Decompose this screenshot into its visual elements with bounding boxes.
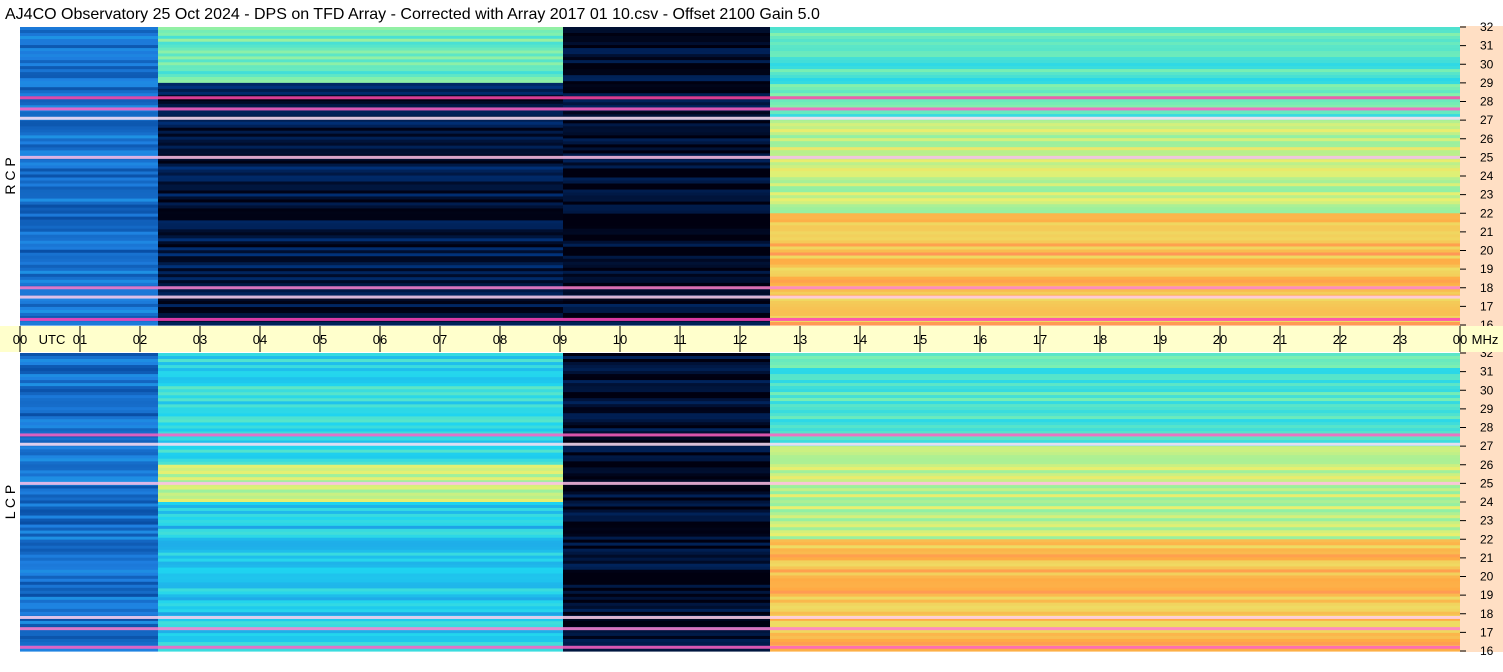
polarization-label-1: R C P [2,157,18,194]
frequency-tick-label: 28 [1480,421,1494,435]
frequency-tick-label: 24 [1480,169,1494,183]
interference-band [20,295,1460,299]
frequency-tick-label: 16 [1480,644,1494,658]
time-tick-label: 18 [1093,332,1107,347]
frequency-tick-label: 21 [1480,551,1494,565]
interference-band [20,433,1460,437]
frequency-tick-label: 30 [1480,57,1494,71]
time-tick-label: 15 [913,332,927,347]
spectrogram-chart: AJ4CO Observatory 25 Oct 2024 - DPS on T… [0,0,1503,658]
time-tick-label: 17 [1033,332,1047,347]
mhz-label: MHz [1472,332,1499,347]
polarization-label-2: L C P [2,485,18,520]
spectrogram-cell [20,321,158,326]
interference-band [20,286,1460,290]
interference-band [20,107,1460,111]
time-tick-label: 21 [1273,332,1287,347]
interference-band [20,116,1460,120]
time-tick-label: 00 [13,332,27,347]
time-tick-label: 03 [193,332,207,347]
frequency-tick-label: 21 [1480,225,1494,239]
spectrogram-cell [563,321,770,326]
frequency-tick-label: 26 [1480,458,1494,472]
frequency-tick-label: 22 [1480,206,1494,220]
time-tick-label: 10 [613,332,627,347]
spectrogram-cell [158,322,563,326]
interference-band [20,615,1460,619]
time-tick-label: 22 [1333,332,1347,347]
chart-title: AJ4CO Observatory 25 Oct 2024 - DPS on T… [5,6,820,23]
frequency-tick-label: 18 [1480,607,1494,621]
frequency-tick-label: 23 [1480,188,1494,202]
interference-band [20,481,1460,485]
interference-band [20,317,1460,321]
utc-label: UTC [39,332,66,347]
frequency-tick-label: 26 [1480,132,1494,146]
frequency-tick-label: 18 [1480,281,1494,295]
frequency-tick-label: 19 [1480,262,1494,276]
time-tick-label: 09 [553,332,567,347]
time-tick-label: 00 [1453,332,1467,347]
time-tick-label: 02 [133,332,147,347]
interference-band [20,442,1460,446]
frequency-tick-label: 27 [1480,113,1494,127]
time-tick-label: 04 [253,332,267,347]
interference-band [20,645,1460,649]
frequency-tick-label: 17 [1480,625,1494,639]
frequency-tick-label: 25 [1480,476,1494,490]
frequency-tick-label: 20 [1480,244,1494,258]
time-tick-label: 13 [793,332,807,347]
spectrogram-display: AJ4CO Observatory 25 Oct 2024 - DPS on T… [0,0,1503,672]
time-tick-label: 06 [373,332,387,347]
time-tick-label: 08 [493,332,507,347]
frequency-tick-label: 29 [1480,402,1494,416]
time-tick-label: 01 [73,332,87,347]
frequency-tick-label: 17 [1480,299,1494,313]
time-tick-label: 11 [673,332,687,347]
frequency-tick-label: 23 [1480,514,1494,528]
frequency-tick-label: 19 [1480,588,1494,602]
time-tick-label: 16 [973,332,987,347]
frequency-tick-label: 27 [1480,439,1494,453]
frequency-tick-label: 24 [1480,495,1494,509]
frequency-tick-label: 22 [1480,532,1494,546]
time-tick-label: 07 [433,332,447,347]
frequency-tick-label: 31 [1480,39,1494,53]
frequency-tick-label: 28 [1480,95,1494,109]
frequency-tick-label: 30 [1480,383,1494,397]
time-tick-label: 14 [853,332,867,347]
interference-band [20,155,1460,159]
time-tick-label: 23 [1393,332,1407,347]
frequency-tick-label: 25 [1480,150,1494,164]
frequency-tick-label: 32 [1480,20,1494,34]
frequency-tick-label: 29 [1480,76,1494,90]
time-tick-label: 20 [1213,332,1227,347]
frequency-tick-label: 20 [1480,570,1494,584]
time-tick-label: 19 [1153,332,1167,347]
time-tick-label: 12 [733,332,747,347]
time-tick-label: 05 [313,332,327,347]
frequency-tick-label: 31 [1480,365,1494,379]
interference-band [20,96,1460,100]
interference-band [20,627,1460,631]
spectrogram-cell [770,321,1460,326]
